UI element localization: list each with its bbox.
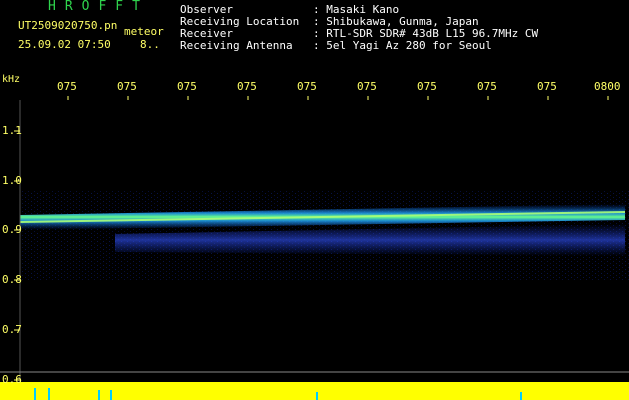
x-tick-label: 075	[237, 80, 257, 93]
y-tick-label: 0.6	[2, 373, 22, 386]
antenna-value: : 5el Yagi Az 280 for Seoul	[313, 39, 492, 52]
y-unit-label: kHz	[2, 74, 21, 85]
y-tick-label: 0.8	[2, 273, 22, 286]
x-tick-label: 075	[177, 80, 197, 93]
y-tick-label: 0.9	[2, 223, 22, 236]
x-tick-label: 075	[417, 80, 437, 93]
x-tick-label: 075	[537, 80, 557, 93]
frame-label: 8..	[140, 38, 160, 51]
x-tick-label: 075	[297, 80, 317, 93]
app-logo: HROFFT	[48, 0, 149, 14]
header-panel: HROFFT UT2509020750.pn meteor 25.09.02 0…	[0, 0, 629, 72]
x-tick-label: 075	[357, 80, 377, 93]
x-tick-label: 075	[117, 80, 137, 93]
x-tick-label: 075	[57, 80, 77, 93]
spectrogram-plot	[0, 72, 629, 400]
timestamp: 25.09.02 07:50	[18, 38, 111, 51]
antenna-label: Receiving Antenna	[180, 39, 293, 52]
y-tick-label: 1.1	[2, 124, 22, 137]
x-tick-label: 075	[477, 80, 497, 93]
x-tick-label: 0800	[594, 80, 621, 93]
signal-level-bar	[0, 382, 629, 400]
y-tick-label: 0.7	[2, 323, 22, 336]
file-type-label: meteor	[124, 25, 164, 38]
file-name: UT2509020750.pn	[18, 19, 118, 32]
y-tick-label: 1.0	[2, 174, 22, 187]
